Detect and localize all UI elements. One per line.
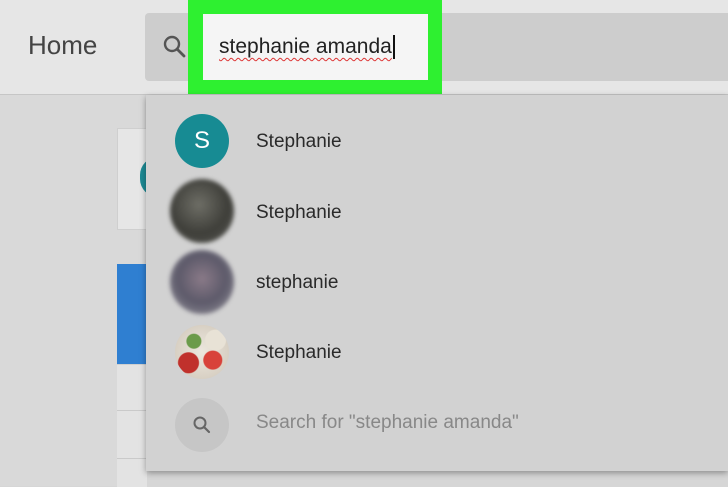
search-suggestion-icon-wrap[interactable] bbox=[175, 398, 229, 452]
search-for-link[interactable]: Search for "stephanie amanda" bbox=[256, 412, 519, 434]
suggestion-name: Stephanie bbox=[256, 131, 342, 152]
search-input[interactable]: stephanie amanda bbox=[203, 14, 428, 80]
avatar bbox=[170, 179, 234, 243]
feed-card-blue bbox=[117, 264, 147, 364]
suggestion-item[interactable]: S Stephanie bbox=[146, 106, 728, 176]
suggestion-name: Stephanie bbox=[256, 342, 342, 363]
search-input-value: stephanie amanda bbox=[219, 35, 392, 58]
avatar bbox=[170, 250, 234, 314]
avatar bbox=[175, 325, 229, 379]
divider bbox=[117, 410, 147, 411]
suggestion-item[interactable]: Stephanie bbox=[146, 176, 728, 246]
search-suggestions-dropdown: S Stephanie Stephanie stephanie Stephani… bbox=[146, 95, 728, 471]
text-cursor bbox=[392, 35, 395, 59]
search-icon bbox=[193, 416, 211, 434]
feed-card bbox=[117, 364, 147, 487]
page-title: Home bbox=[28, 30, 98, 60]
suggestion-name: Stephanie bbox=[256, 202, 342, 223]
suggestion-item[interactable]: stephanie bbox=[146, 247, 728, 317]
divider bbox=[117, 458, 147, 459]
suggestion-name: stephanie bbox=[256, 272, 339, 293]
search-icon[interactable] bbox=[162, 34, 188, 60]
avatar: S bbox=[175, 114, 229, 168]
suggestion-item[interactable]: Stephanie bbox=[146, 317, 728, 387]
